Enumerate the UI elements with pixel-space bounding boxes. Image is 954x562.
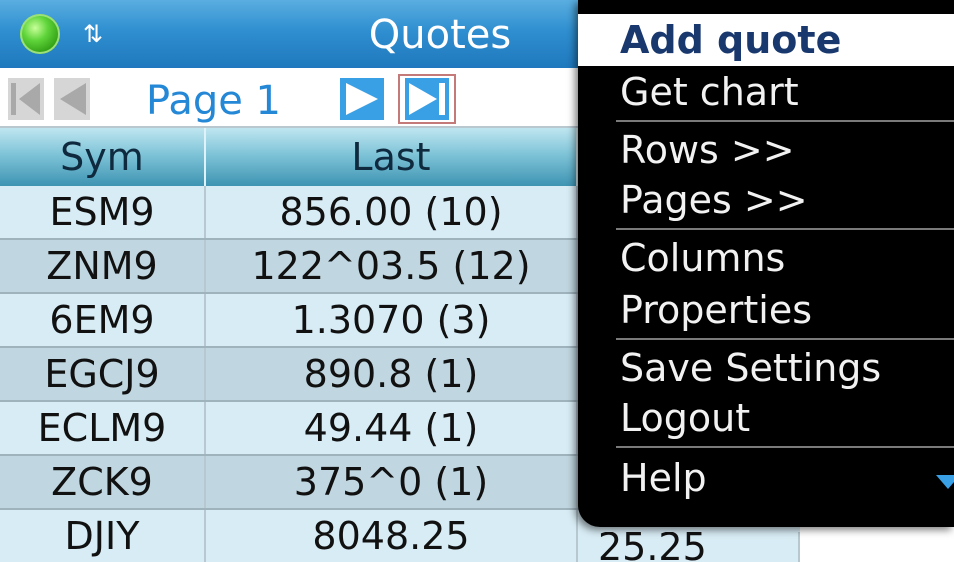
symbol-cell: ESM9: [0, 186, 206, 238]
page-number-label: Page 1: [146, 78, 281, 124]
last-price-cell: 1.3070 (3): [206, 294, 578, 346]
menu-separator: [616, 228, 954, 230]
menu-item-columns[interactable]: Columns: [578, 232, 954, 284]
symbol-cell: DJIY: [0, 510, 206, 562]
menu-item-add-quote[interactable]: Add quote: [578, 14, 954, 66]
context-menu: Add quote Get chart Rows >> Pages >> Col…: [578, 0, 954, 527]
symbol-cell: ECLM9: [0, 402, 206, 454]
symbol-cell: ZCK9: [0, 456, 206, 508]
menu-item-pages[interactable]: Pages >>: [578, 174, 954, 226]
symbol-cell: 6EM9: [0, 294, 206, 346]
menu-separator: [616, 446, 954, 448]
menu-item-help[interactable]: Help: [578, 452, 954, 504]
last-price-cell: 890.8 (1): [206, 348, 578, 400]
column-header-sym[interactable]: Sym: [0, 128, 206, 186]
scroll-down-arrow-icon[interactable]: [936, 475, 954, 489]
last-price-cell: 8048.25: [206, 510, 578, 562]
previous-page-icon[interactable]: [54, 78, 90, 120]
last-price-cell: 375^0 (1): [206, 456, 578, 508]
menu-separator: [616, 338, 954, 340]
menu-separator: [616, 120, 954, 122]
pager: Page 1: [0, 72, 590, 128]
last-price-cell: 122^03.5 (12): [206, 240, 578, 292]
column-header-last[interactable]: Last: [206, 128, 578, 186]
symbol-cell: ZNM9: [0, 240, 206, 292]
network-arrows-icon: ⇅: [82, 20, 104, 48]
last-page-button[interactable]: [398, 74, 456, 124]
last-price-cell: 49.44 (1): [206, 402, 578, 454]
last-price-cell: 856.00 (10): [206, 186, 578, 238]
last-page-icon: [405, 78, 449, 120]
symbol-cell: EGCJ9: [0, 348, 206, 400]
menu-item-logout[interactable]: Logout: [578, 392, 954, 444]
menu-item-save-settings[interactable]: Save Settings: [578, 342, 954, 394]
change-cell: 25.25: [578, 532, 800, 562]
first-page-icon[interactable]: [8, 78, 44, 120]
menu-item-properties[interactable]: Properties: [578, 284, 954, 336]
page-title: Quotes: [368, 12, 512, 58]
menu-item-rows[interactable]: Rows >>: [578, 124, 954, 176]
status-led-icon: [20, 14, 60, 54]
next-page-icon[interactable]: [340, 78, 384, 120]
menu-item-get-chart[interactable]: Get chart: [578, 66, 954, 118]
